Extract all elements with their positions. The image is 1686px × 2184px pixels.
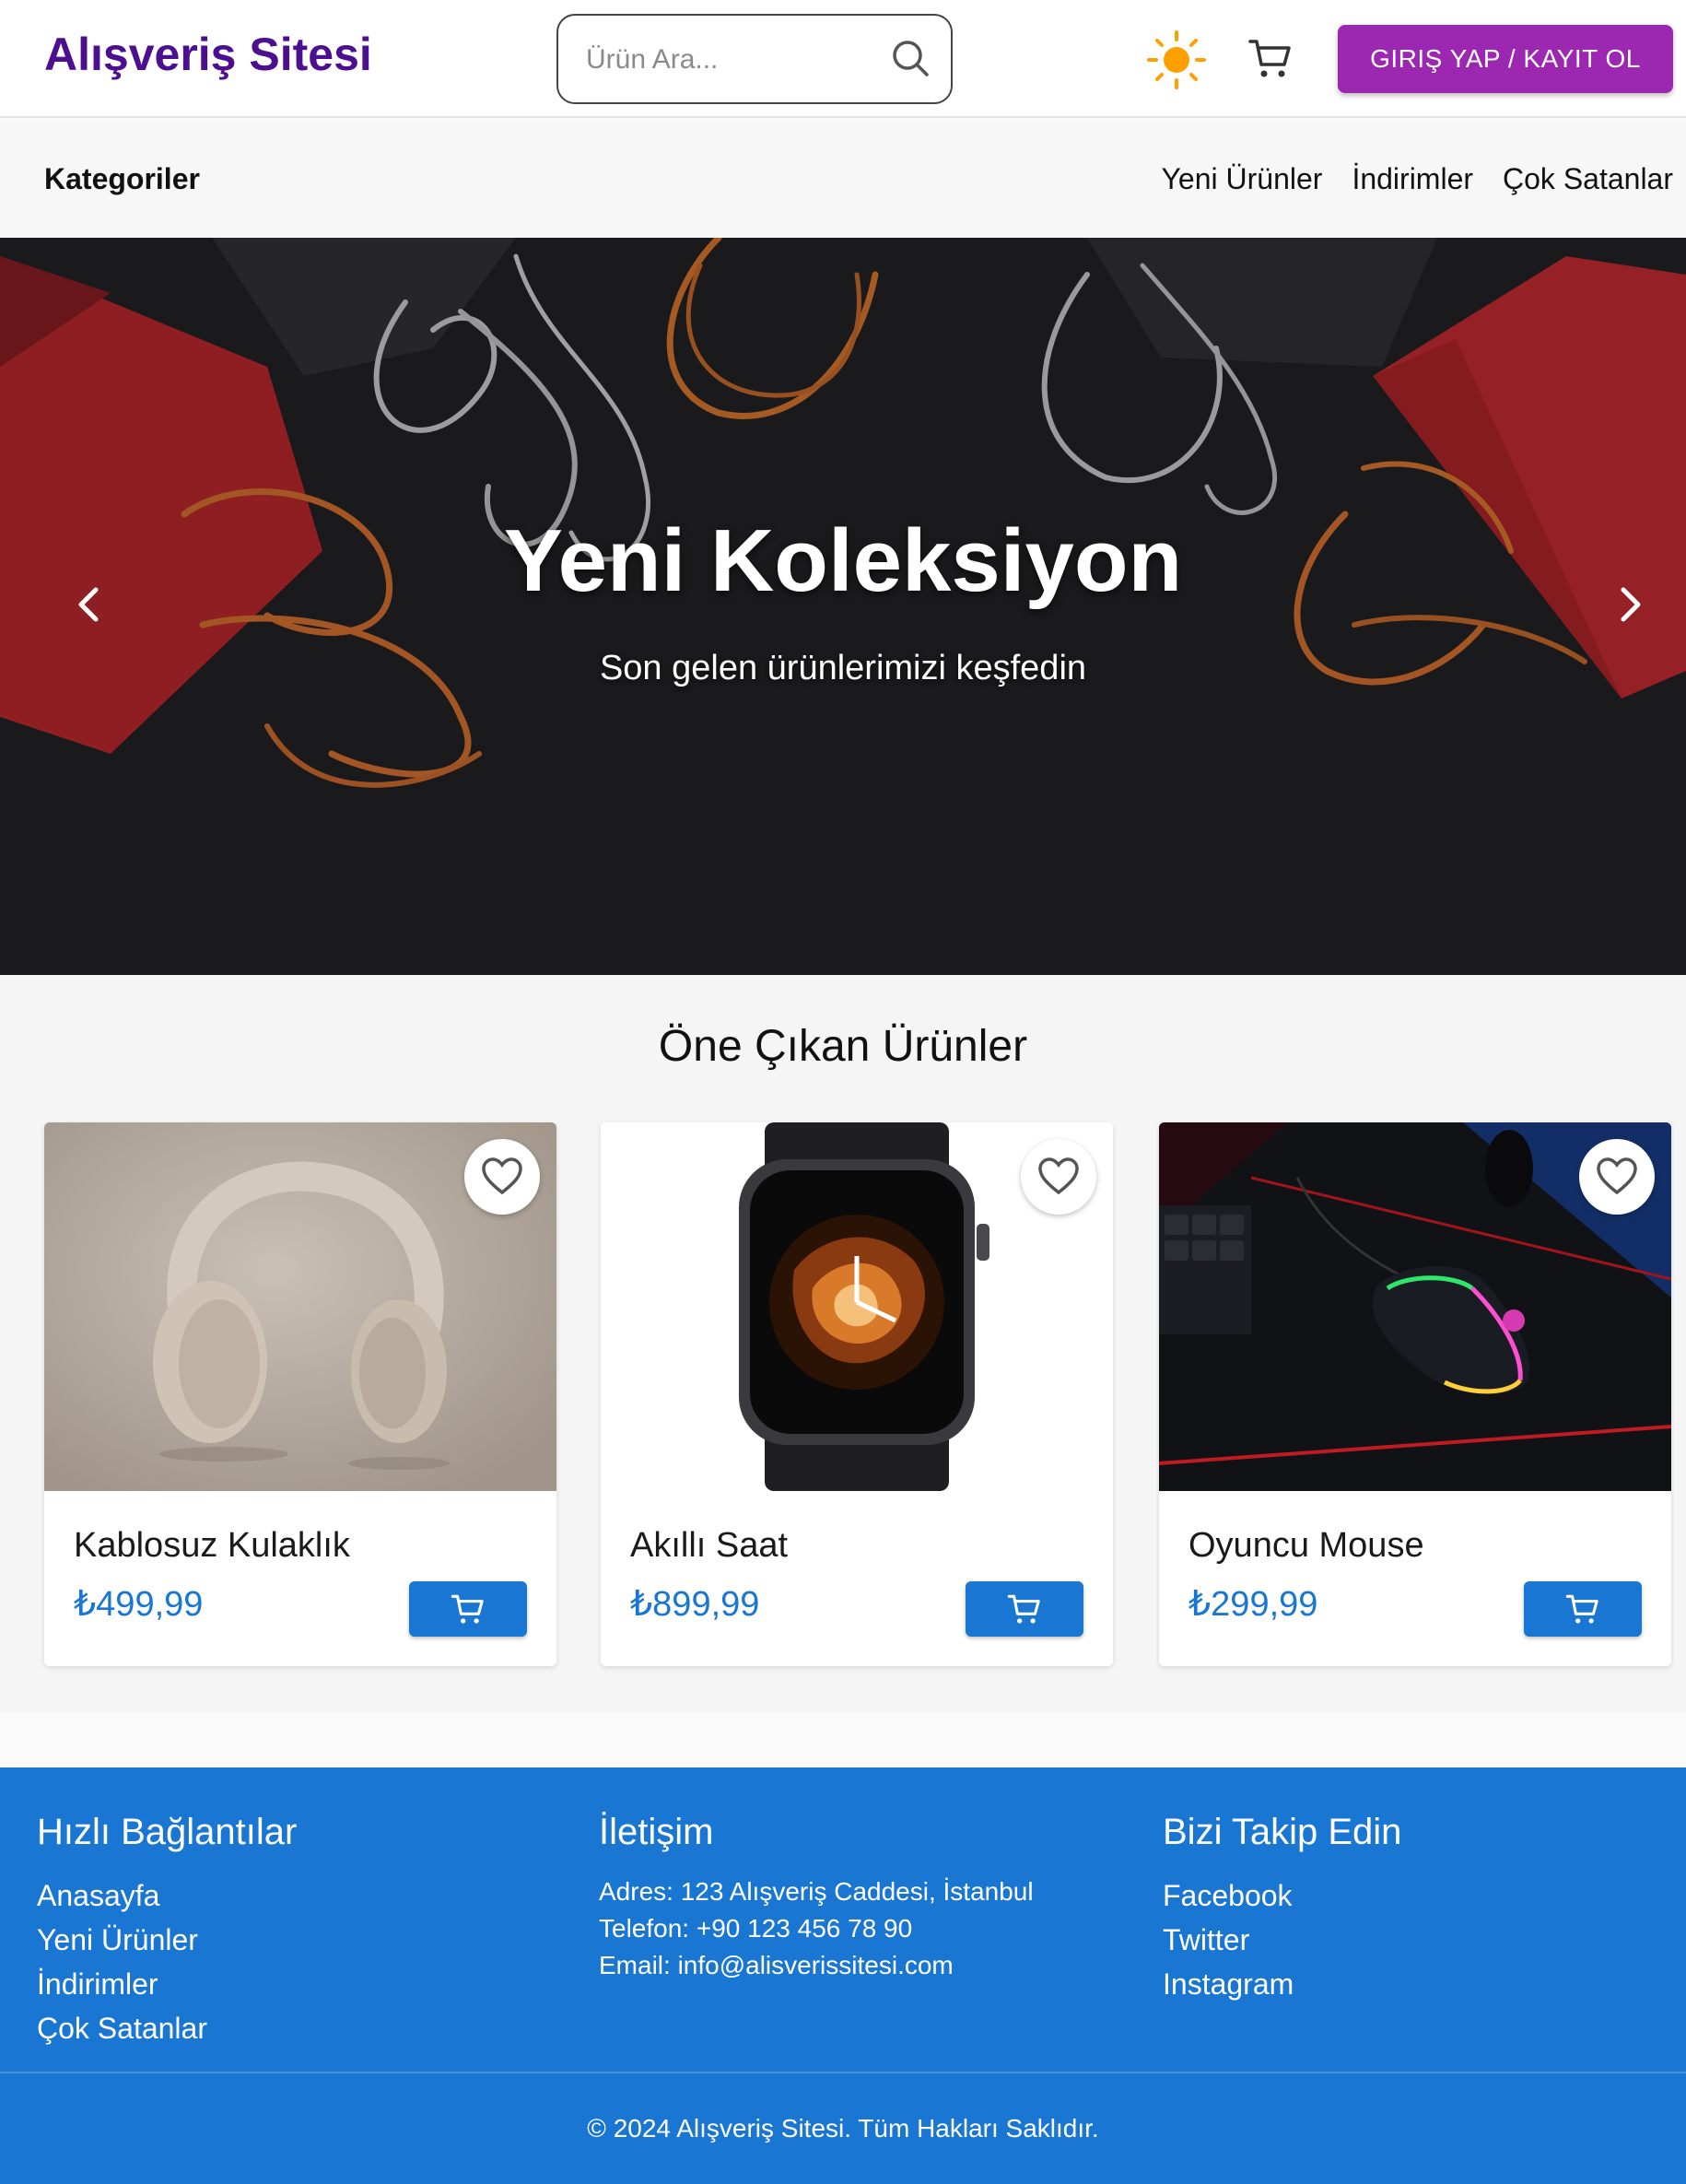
login-register-button[interactable]: GIRIŞ YAP / KAYIT OL (1338, 25, 1673, 93)
featured-products: Öne Çıkan Ürünler Kablosuz Kulaklık ₺499… (0, 975, 1686, 1712)
footer-link-best-sellers[interactable]: Çok Satanlar (37, 2006, 297, 2050)
product-card[interactable]: Kablosuz Kulaklık ₺499,99 (44, 1122, 556, 1666)
social-link-instagram[interactable]: Instagram (1163, 1962, 1401, 2006)
sun-icon[interactable] (1146, 29, 1207, 90)
heart-icon (482, 1157, 522, 1195)
categories-menu[interactable]: Kategoriler (44, 162, 200, 196)
nav-link-new-products[interactable]: Yeni Ürünler (1162, 162, 1323, 196)
cart-icon[interactable] (1247, 35, 1294, 81)
footer-link-discounts[interactable]: İndirimler (37, 1962, 297, 2006)
product-name[interactable]: Kablosuz Kulaklık (74, 1526, 350, 1566)
heart-icon (1038, 1157, 1079, 1195)
category-nav: Kategoriler Yeni Ürünler İndirimler Çok … (0, 120, 1686, 238)
favorite-button[interactable] (1021, 1139, 1096, 1215)
product-price: ₺299,99 (1188, 1585, 1318, 1624)
product-price: ₺899,99 (630, 1585, 760, 1624)
footer-link-new-products[interactable]: Yeni Ürünler (37, 1918, 297, 1962)
heart-icon (1597, 1157, 1637, 1195)
hero-subtitle: Son gelen ürünlerimizi keşfedin (599, 649, 1087, 687)
contact-phone: Telefon: +90 123 456 78 90 (599, 1914, 913, 1943)
footer-divider (0, 2072, 1686, 2073)
site-logo[interactable]: Alışveriş Sitesi (44, 28, 372, 81)
add-to-cart-icon (451, 1594, 484, 1624)
footer-contact-heading: İletişim (599, 1812, 714, 1852)
product-name[interactable]: Akıllı Saat (630, 1526, 788, 1566)
add-to-cart-button[interactable] (966, 1581, 1083, 1637)
footer-quick-links: Hızlı Bağlantılar Anasayfa Yeni Ürünler … (37, 1812, 297, 2050)
nav-link-best-sellers[interactable]: Çok Satanlar (1503, 162, 1673, 196)
footer: Hızlı Bağlantılar Anasayfa Yeni Ürünler … (0, 1767, 1686, 2184)
product-card[interactable]: Oyuncu Mouse ₺299,99 (1159, 1122, 1671, 1666)
search-box (556, 14, 953, 104)
favorite-button[interactable] (1579, 1139, 1655, 1215)
nav-links: Yeni Ürünler İndirimler Çok Satanlar (1162, 162, 1673, 196)
nav-link-discounts[interactable]: İndirimler (1352, 162, 1473, 196)
hero-title: Yeni Koleksiyon (503, 511, 1183, 610)
header: Alışveriş Sitesi GIRIŞ YAP / KAYIT OL (0, 0, 1686, 118)
chevron-left-icon[interactable] (61, 577, 116, 632)
footer-contact: İletişim Adres: 123 Alışveriş Caddesi, İ… (599, 1812, 1034, 1984)
product-price: ₺499,99 (74, 1585, 204, 1624)
product-name[interactable]: Oyuncu Mouse (1188, 1526, 1424, 1566)
footer-link-home[interactable]: Anasayfa (37, 1873, 297, 1918)
footer-social: Bizi Takip Edin Facebook Twitter Instagr… (1163, 1812, 1401, 2006)
favorite-button[interactable] (464, 1139, 540, 1215)
copyright: © 2024 Alışveriş Sitesi. Tüm Hakları Sak… (587, 2114, 1099, 2143)
hero-carousel: Yeni Koleksiyon Son gelen ürünlerimizi k… (0, 238, 1686, 975)
contact-address: Adres: 123 Alışveriş Caddesi, İstanbul (599, 1877, 1034, 1906)
footer-quick-links-heading: Hızlı Bağlantılar (37, 1812, 298, 1852)
footer-social-heading: Bizi Takip Edin (1163, 1812, 1402, 1852)
product-card[interactable]: Akıllı Saat ₺899,99 (601, 1122, 1113, 1666)
search-input[interactable] (586, 40, 881, 80)
contact-email: Email: info@alisverissitesi.com (599, 1951, 954, 1979)
featured-heading: Öne Çıkan Ürünler (658, 1022, 1028, 1071)
social-link-twitter[interactable]: Twitter (1163, 1918, 1401, 1962)
social-link-facebook[interactable]: Facebook (1163, 1873, 1401, 1918)
add-to-cart-icon (1007, 1594, 1040, 1624)
search-icon[interactable] (888, 36, 932, 80)
chevron-right-icon[interactable] (1603, 577, 1658, 632)
add-to-cart-button[interactable] (1524, 1581, 1642, 1637)
add-to-cart-button[interactable] (409, 1581, 527, 1637)
add-to-cart-icon (1565, 1594, 1598, 1624)
